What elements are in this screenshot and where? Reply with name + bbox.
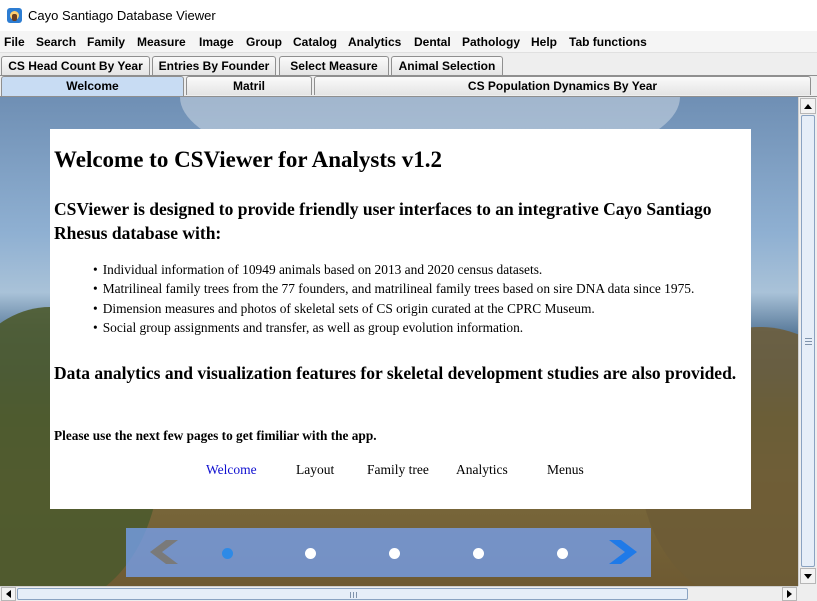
menu-file[interactable]: File xyxy=(4,35,25,49)
feature-item: Social group assignments and transfer, a… xyxy=(93,320,694,339)
window-title: Cayo Santiago Database Viewer xyxy=(28,8,216,23)
tab-row-1: CS Head Count By Year Entries By Founder… xyxy=(0,56,817,76)
scrollbar-corner xyxy=(798,586,817,601)
next-arrow-icon[interactable] xyxy=(609,540,639,567)
menu-image[interactable]: Image xyxy=(199,35,234,49)
tab-welcome[interactable]: Welcome xyxy=(1,76,184,96)
carousel-dot-2[interactable] xyxy=(305,548,316,559)
menu-measure[interactable]: Measure xyxy=(137,35,186,49)
carousel-dot-3[interactable] xyxy=(389,548,400,559)
menu-group[interactable]: Group xyxy=(246,35,282,49)
vertical-scroll-thumb[interactable] xyxy=(801,115,815,567)
carousel-dot-5[interactable] xyxy=(557,548,568,559)
scroll-down-icon[interactable] xyxy=(800,568,816,584)
monkey-app-icon xyxy=(7,8,22,23)
link-family-tree[interactable]: Family tree xyxy=(367,462,429,478)
tab-cs-population-dynamics-by-year[interactable]: CS Population Dynamics By Year xyxy=(314,76,811,95)
tab-animal-selection[interactable]: Animal Selection xyxy=(391,56,503,75)
menu-help[interactable]: Help xyxy=(531,35,557,49)
vertical-scrollbar[interactable] xyxy=(798,97,817,586)
link-menus[interactable]: Menus xyxy=(547,462,584,478)
feature-item: Matrilineal family trees from the 77 fou… xyxy=(93,281,695,300)
scroll-left-icon[interactable] xyxy=(1,587,16,601)
welcome-card: Welcome to CSViewer for Analysts v1.2 CS… xyxy=(50,129,751,509)
link-analytics[interactable]: Analytics xyxy=(456,462,508,478)
carousel-nav xyxy=(126,528,651,577)
tab-entries-by-founder[interactable]: Entries By Founder xyxy=(152,56,276,75)
carousel-dot-4[interactable] xyxy=(473,548,484,559)
menu-bar: File Search Family Measure Image Group C… xyxy=(0,31,817,53)
welcome-intro: CSViewer is designed to provide friendly… xyxy=(54,199,712,243)
link-welcome[interactable]: Welcome xyxy=(206,462,257,478)
link-layout[interactable]: Layout xyxy=(296,462,334,478)
menu-dental[interactable]: Dental xyxy=(414,35,451,49)
tab-matril[interactable]: Matril xyxy=(186,76,312,95)
menu-family[interactable]: Family xyxy=(87,35,125,49)
tab-select-measure[interactable]: Select Measure xyxy=(279,56,389,75)
welcome-heading: Welcome to CSViewer for Analysts v1.2 xyxy=(54,147,442,172)
menu-pathology[interactable]: Pathology xyxy=(462,35,520,49)
menu-search[interactable]: Search xyxy=(36,35,76,49)
welcome-panel: Welcome to CSViewer for Analysts v1.2 CS… xyxy=(0,97,798,586)
menu-tab-functions[interactable]: Tab functions xyxy=(569,35,647,49)
feature-list: Individual information of 10949 animals … xyxy=(93,262,695,339)
guide-note: Please use the next few pages to get fim… xyxy=(54,428,377,443)
scroll-up-icon[interactable] xyxy=(800,98,816,114)
horizontal-scrollbar[interactable] xyxy=(0,586,798,601)
title-bar: Cayo Santiago Database Viewer xyxy=(0,0,817,31)
menu-analytics[interactable]: Analytics xyxy=(348,35,401,49)
tab-cs-head-count-by-year[interactable]: CS Head Count By Year xyxy=(1,56,150,75)
horizontal-scroll-thumb[interactable] xyxy=(17,588,688,600)
analytics-features-text: Data analytics and visualization feature… xyxy=(54,363,737,383)
menu-catalog[interactable]: Catalog xyxy=(293,35,337,49)
scroll-right-icon[interactable] xyxy=(782,587,797,601)
carousel-dot-1[interactable] xyxy=(222,548,233,559)
feature-item: Dimension measures and photos of skeleta… xyxy=(93,301,694,320)
feature-item: Individual information of 10949 animals … xyxy=(93,262,694,281)
tab-row-2: Welcome Matril CS Population Dynamics By… xyxy=(0,76,817,96)
prev-arrow-icon[interactable] xyxy=(148,540,178,567)
